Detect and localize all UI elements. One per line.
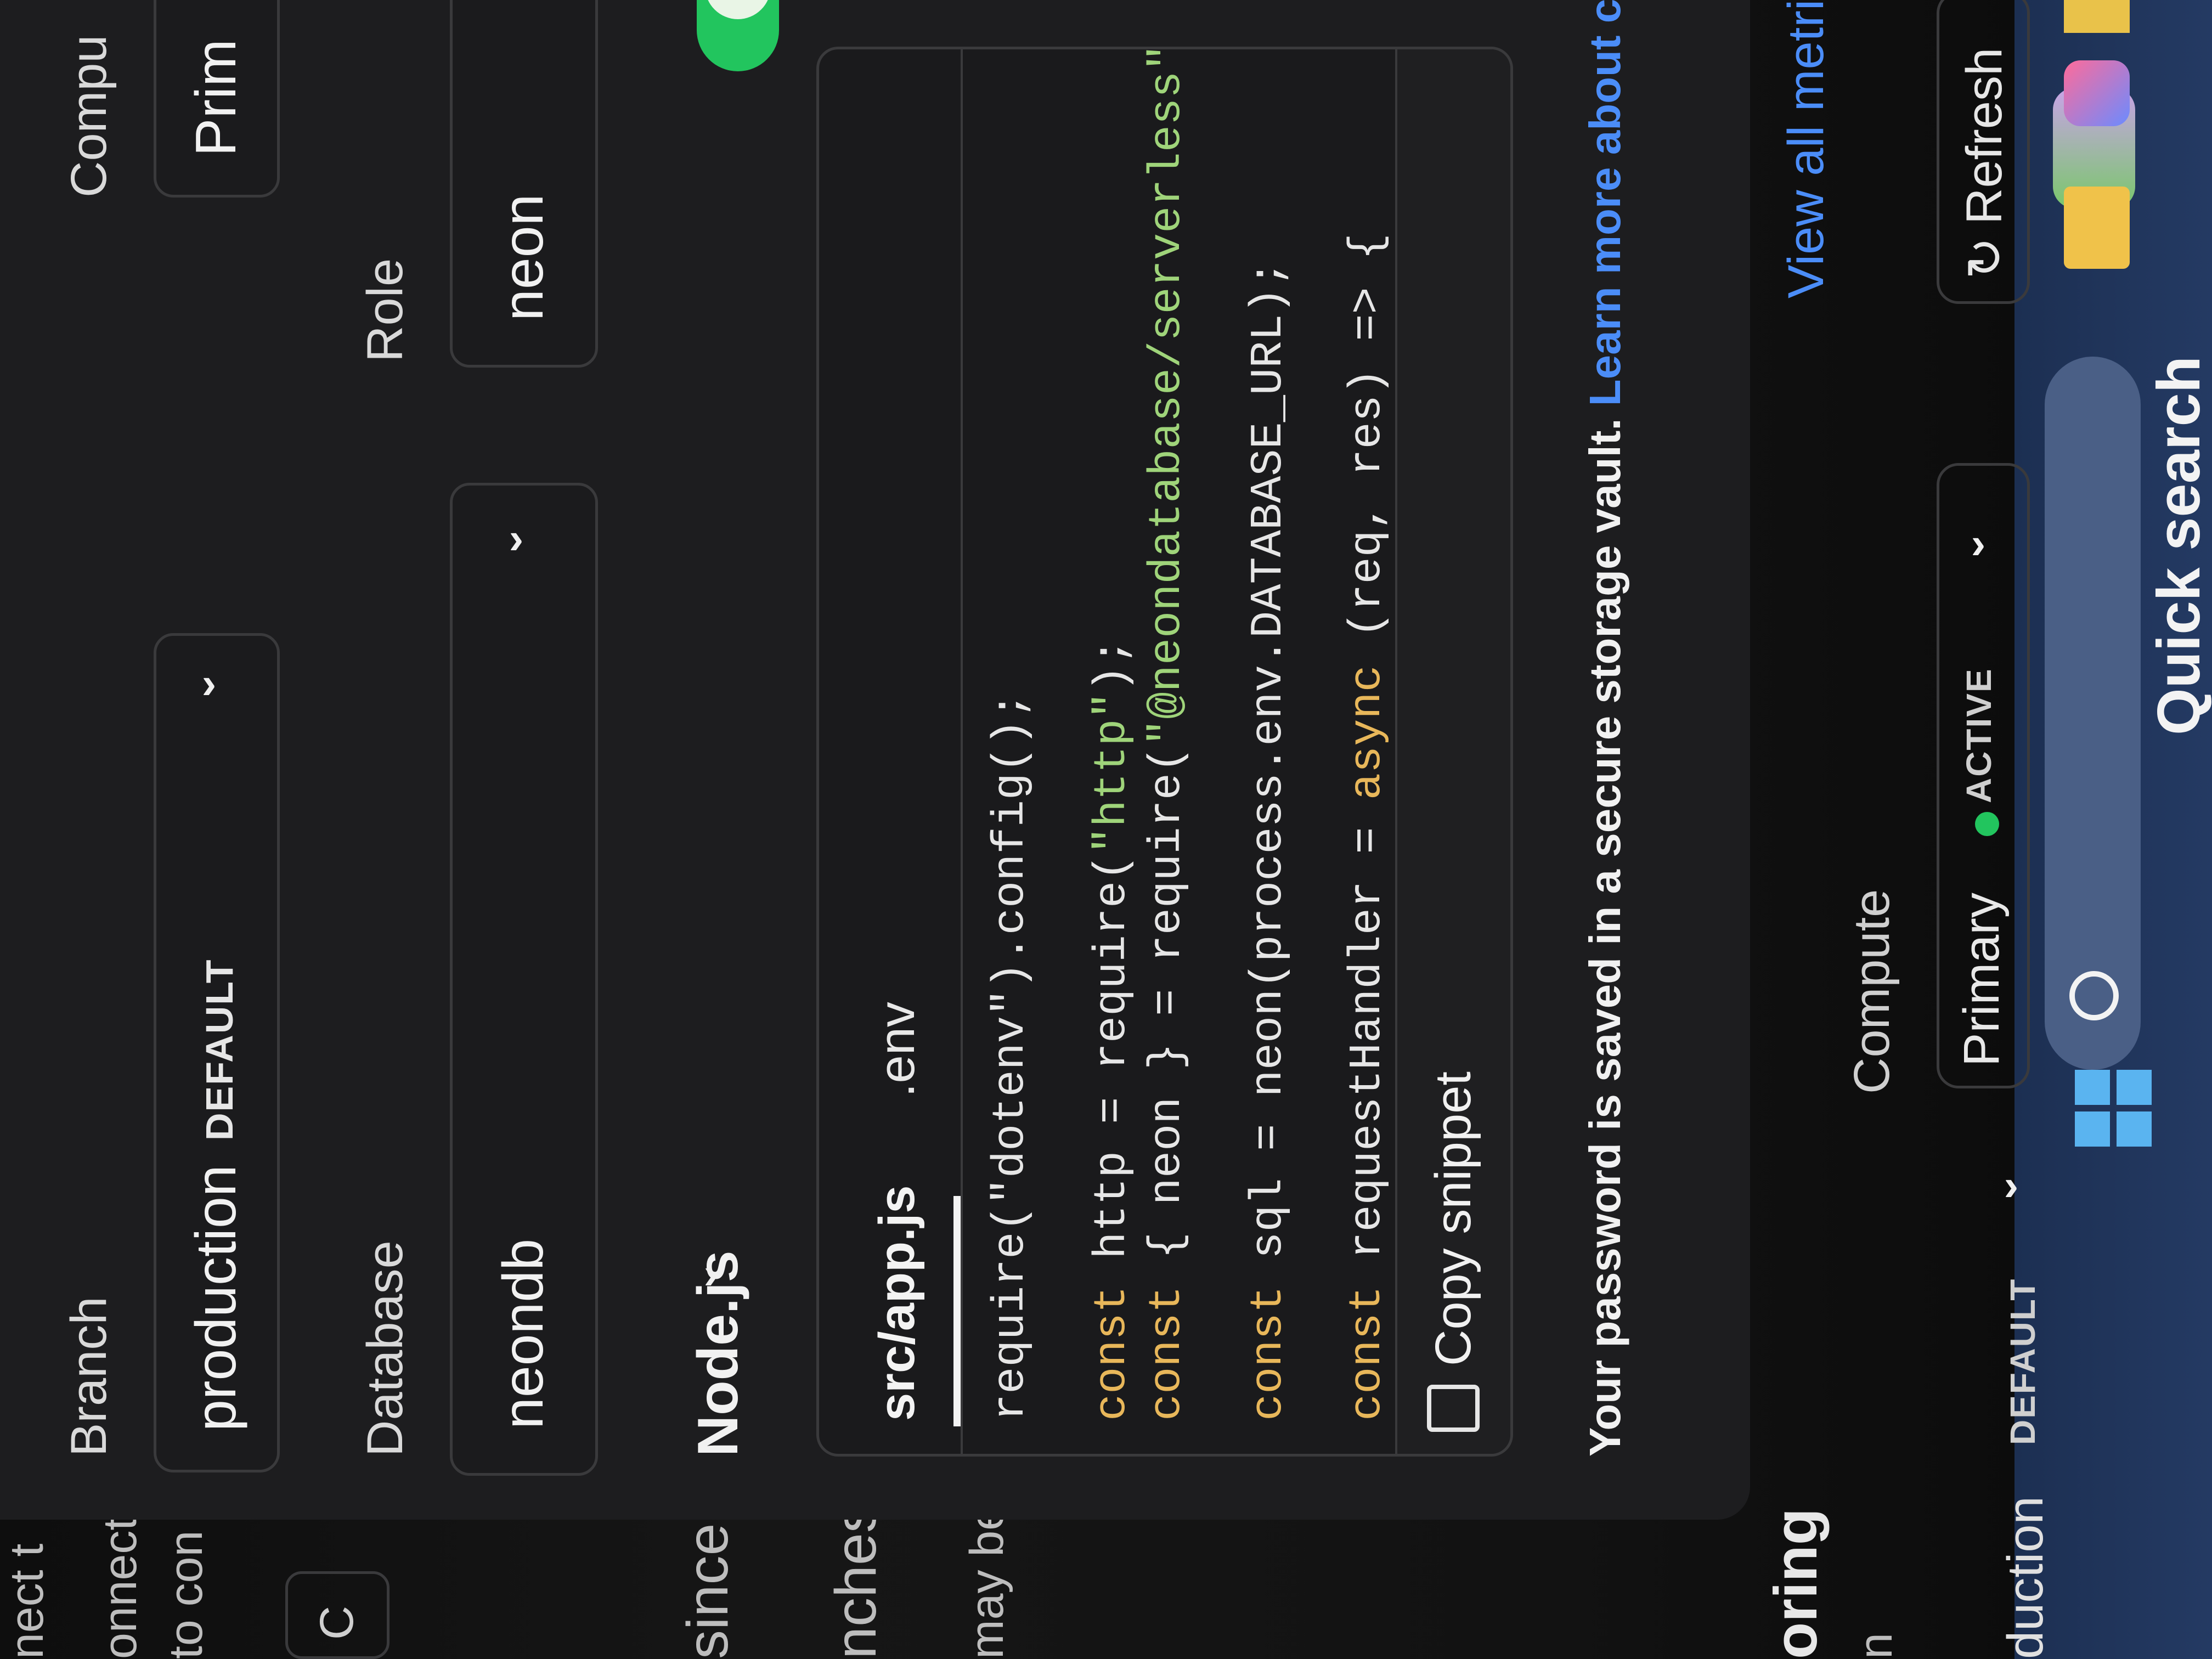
database-value: neondb bbox=[492, 1238, 555, 1429]
rotated-screen: nect t onnect to con C since nches may b… bbox=[0, 0, 2212, 1659]
bottom-compute-value: Primary bbox=[1954, 893, 2010, 1066]
active-status-dot bbox=[1975, 812, 1999, 836]
code-line: const { neon } = require("@neondatabase/… bbox=[1140, 47, 1195, 1421]
code-token: http = require( bbox=[1087, 854, 1138, 1286]
bg-fragment-8: n bbox=[1849, 1633, 1902, 1659]
code-token: "@neondatabase/serverless" bbox=[1142, 47, 1193, 746]
bg-connect-button[interactable]: C bbox=[285, 1571, 390, 1659]
role-value: neon bbox=[492, 194, 555, 321]
code-token: "http" bbox=[1087, 692, 1138, 854]
compute-label: Compu bbox=[61, 35, 117, 198]
copy-snippet-label: Copy snippet bbox=[1425, 1071, 1481, 1366]
connect-modal: Branch production DEFAULT › Compu Prim D… bbox=[0, 0, 1750, 1520]
code-line: require("dotenv").config(); bbox=[984, 692, 1039, 1421]
refresh-button[interactable]: ↻ Refresh bbox=[1937, 0, 2030, 304]
code-line: const sql = neon(process.env.DATABASE_UR… bbox=[1242, 260, 1296, 1421]
code-token: const bbox=[1087, 1285, 1138, 1421]
database-label: Database bbox=[357, 1240, 413, 1457]
branch-label: Branch bbox=[61, 1296, 117, 1457]
bg-fragment-7: oring bbox=[1762, 1508, 1830, 1659]
code-token: { neon } = require( bbox=[1142, 746, 1193, 1286]
code-token: ); bbox=[1087, 637, 1138, 692]
code-line: const requestHandler = async (req, res) … bbox=[1340, 233, 1395, 1421]
copy-snippet-bar: Copy snippet bbox=[1395, 49, 1513, 1454]
bottom-compute-chevron-icon[interactable]: › bbox=[1971, 518, 1986, 569]
compute-value: Prim bbox=[184, 39, 248, 156]
code-line: const http = require("http"); bbox=[1085, 638, 1140, 1421]
language-chevron-icon: › bbox=[703, 1249, 719, 1298]
bg-connect-letter: C bbox=[311, 1605, 363, 1640]
learn-more-link[interactable]: Learn more about connec bbox=[1581, 0, 1629, 406]
code-token: const bbox=[1142, 1285, 1193, 1421]
view-all-metrics-link[interactable]: View all metrics bbox=[1778, 0, 1835, 298]
connection-pooling-toggle[interactable] bbox=[697, 0, 779, 71]
code-token: async bbox=[1342, 665, 1393, 800]
active-status-badge: ACTIVE bbox=[1959, 668, 1999, 803]
toggle-knob bbox=[705, 0, 771, 19]
language-selector[interactable]: Node.js › bbox=[680, 1237, 757, 1457]
code-token: requestHandler = bbox=[1342, 800, 1393, 1286]
bg-fragment-2: onnect bbox=[94, 1517, 146, 1659]
bg-fragment-5: nches bbox=[823, 1504, 888, 1659]
tab-env[interactable]: .env bbox=[868, 1002, 926, 1097]
code-token: require("dotenv").config(); bbox=[985, 692, 1036, 1421]
database-chevron-icon: › bbox=[509, 514, 524, 563]
bg-fragment-1: nect t bbox=[1, 1543, 53, 1659]
compute-select[interactable]: Prim bbox=[154, 0, 280, 198]
database-select[interactable]: neondb › bbox=[450, 483, 598, 1476]
role-select[interactable]: neon bbox=[450, 0, 598, 368]
bg-fragment-3: to con bbox=[160, 1530, 212, 1659]
bottom-compute-label: Compute bbox=[1844, 889, 1900, 1094]
code-token: sql = neon(process.env.DATABASE_URL); bbox=[1243, 260, 1294, 1286]
bottom-branch-chevron-icon[interactable]: › bbox=[2004, 1160, 2019, 1211]
copy-snippet-button[interactable]: Copy snippet bbox=[1419, 1048, 1485, 1432]
code-token: const bbox=[1243, 1285, 1294, 1421]
code-area: require("dotenv").config(); const http = … bbox=[984, 47, 1401, 1454]
branch-select[interactable]: production DEFAULT › bbox=[154, 633, 280, 1472]
tab-active-underline bbox=[953, 1196, 961, 1426]
role-label: Role bbox=[357, 258, 413, 362]
language-label: Node.js bbox=[686, 1250, 750, 1457]
bg-fragment-4: since bbox=[675, 1523, 740, 1659]
refresh-label: Refresh bbox=[1956, 47, 2012, 224]
refresh-icon: ↻ bbox=[1957, 236, 2013, 279]
copy-icon bbox=[1427, 1385, 1480, 1432]
bg-fragment-9: duction bbox=[1997, 1496, 2053, 1659]
branch-chevron-icon: › bbox=[201, 658, 217, 708]
branch-value: production bbox=[184, 1165, 248, 1431]
code-snippet-panel: src/app.js .env require("dotenv").config… bbox=[816, 47, 1513, 1457]
tab-app-js[interactable]: src/app.js bbox=[868, 1185, 926, 1421]
code-token: (req, res) => { bbox=[1342, 233, 1393, 665]
password-note-text: Your password is saved in a secure stora… bbox=[1581, 418, 1629, 1457]
password-note: Your password is saved in a secure stora… bbox=[1580, 0, 1630, 1457]
bg-fragment-6: may be bbox=[961, 1504, 1013, 1659]
code-token: const bbox=[1342, 1285, 1393, 1421]
tab-divider bbox=[961, 49, 963, 1454]
bottom-branch-badge: DEFAULT bbox=[2003, 1278, 2042, 1445]
branch-default-badge: DEFAULT bbox=[198, 958, 241, 1141]
